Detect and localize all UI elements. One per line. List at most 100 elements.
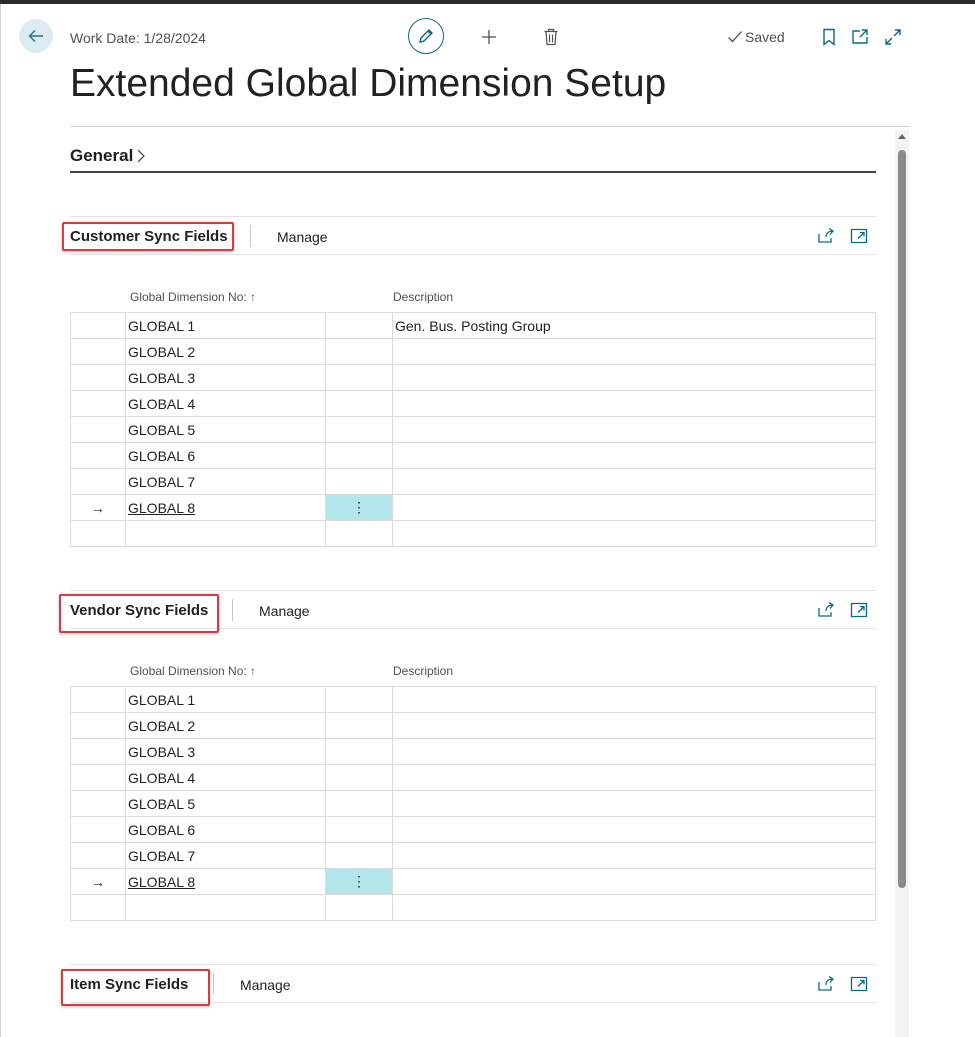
scrollbar-thumb[interactable] [898, 150, 906, 888]
share-button[interactable] [817, 227, 835, 245]
description-cell[interactable] [392, 816, 876, 843]
global-dimension-cell[interactable] [125, 520, 326, 547]
expand-button[interactable] [883, 27, 903, 47]
manage-button[interactable]: Manage [277, 229, 328, 245]
table-row[interactable]: GLOBAL 5 [70, 416, 876, 443]
row-menu-cell [325, 764, 393, 791]
row-menu-cell [325, 686, 393, 713]
column-header-global-dimension[interactable]: Global Dimension No: ↑ [130, 290, 256, 304]
open-page-icon [850, 602, 868, 618]
share-button[interactable] [817, 601, 835, 619]
description-cell[interactable] [392, 842, 876, 869]
row-indicator [70, 894, 126, 921]
global-dimension-cell[interactable]: GLOBAL 3 [125, 738, 326, 765]
description-cell[interactable] [392, 686, 876, 713]
description-cell[interactable] [392, 416, 876, 443]
global-dimension-cell[interactable]: GLOBAL 2 [125, 712, 326, 739]
table-row[interactable]: GLOBAL 1 Gen. Bus. Posting Group [70, 312, 876, 339]
row-menu-cell [325, 894, 393, 921]
table-row[interactable]: GLOBAL 2 [70, 338, 876, 365]
description-cell[interactable] [392, 494, 876, 521]
global-dimension-cell[interactable]: GLOBAL 5 [125, 416, 326, 443]
manage-button[interactable]: Manage [259, 603, 310, 619]
expand-part-button[interactable] [850, 227, 868, 245]
global-dimension-cell[interactable]: GLOBAL 4 [125, 764, 326, 791]
table-row[interactable]: GLOBAL 6 [70, 816, 876, 843]
table-row[interactable]: GLOBAL 5 [70, 790, 876, 817]
description-cell[interactable] [392, 468, 876, 495]
global-dimension-cell[interactable]: GLOBAL 1 [125, 686, 326, 713]
saved-label: Saved [745, 29, 785, 45]
table-row[interactable]: GLOBAL 6 [70, 442, 876, 469]
description-cell[interactable] [392, 894, 876, 921]
general-fasttab[interactable]: General [70, 146, 146, 166]
table-row[interactable]: GLOBAL 7 [70, 468, 876, 495]
back-button[interactable] [19, 19, 53, 53]
table-row[interactable]: GLOBAL 4 [70, 390, 876, 417]
table-row-new[interactable] [70, 520, 876, 547]
global-dimension-cell[interactable]: GLOBAL 8 [125, 494, 326, 521]
manage-button[interactable]: Manage [240, 977, 291, 993]
description-cell[interactable] [392, 712, 876, 739]
description-cell[interactable]: Gen. Bus. Posting Group [392, 312, 876, 339]
row-indicator [70, 312, 126, 339]
table-row[interactable]: GLOBAL 4 [70, 764, 876, 791]
column-header-description[interactable]: Description [393, 664, 453, 678]
column-header-description[interactable]: Description [393, 290, 453, 304]
global-dimension-cell[interactable]: GLOBAL 8 [125, 868, 326, 895]
description-cell[interactable] [392, 868, 876, 895]
table-row[interactable]: GLOBAL 7 [70, 842, 876, 869]
global-dimension-link[interactable]: GLOBAL 8 [128, 874, 195, 890]
row-menu-cell [325, 520, 393, 547]
description-cell[interactable] [392, 764, 876, 791]
description-cell[interactable] [392, 442, 876, 469]
global-dimension-cell[interactable]: GLOBAL 2 [125, 338, 326, 365]
header-separator [250, 225, 251, 247]
table-row-selected[interactable]: → GLOBAL 8 ⋮ [70, 494, 876, 521]
table-row[interactable]: GLOBAL 3 [70, 364, 876, 391]
description-cell[interactable] [392, 364, 876, 391]
global-dimension-cell[interactable]: GLOBAL 5 [125, 790, 326, 817]
global-dimension-cell[interactable]: GLOBAL 1 [125, 312, 326, 339]
expand-part-button[interactable] [850, 601, 868, 619]
global-dimension-cell[interactable]: GLOBAL 6 [125, 442, 326, 469]
global-dimension-cell[interactable]: GLOBAL 4 [125, 390, 326, 417]
scroll-up-arrow-icon[interactable] [898, 134, 906, 139]
share-button[interactable] [817, 975, 835, 993]
global-dimension-link[interactable]: GLOBAL 8 [128, 500, 195, 516]
description-cell[interactable] [392, 738, 876, 765]
global-dimension-cell[interactable]: GLOBAL 7 [125, 842, 326, 869]
row-menu-cell [325, 390, 393, 417]
table-row[interactable]: GLOBAL 3 [70, 738, 876, 765]
row-menu-cell [325, 816, 393, 843]
global-dimension-cell[interactable]: GLOBAL 3 [125, 364, 326, 391]
global-dimension-cell[interactable] [125, 894, 326, 921]
table-row[interactable]: GLOBAL 1 [70, 686, 876, 713]
delete-button[interactable] [541, 27, 561, 47]
expand-part-button[interactable] [850, 975, 868, 993]
column-header-global-dimension[interactable]: Global Dimension No: ↑ [130, 664, 256, 678]
row-actions-menu-icon[interactable]: ⋮ [325, 494, 393, 521]
general-underline [70, 171, 876, 173]
row-indicator [70, 416, 126, 443]
table-row[interactable]: GLOBAL 2 [70, 712, 876, 739]
new-button[interactable] [479, 27, 499, 47]
open-page-icon [850, 976, 868, 992]
row-actions-menu-icon[interactable]: ⋮ [325, 868, 393, 895]
pencil-icon [419, 29, 433, 43]
description-cell[interactable] [392, 520, 876, 547]
table-row-selected[interactable]: → GLOBAL 8 ⋮ [70, 868, 876, 895]
table-row-new[interactable] [70, 894, 876, 921]
general-label: General [70, 146, 134, 165]
open-new-window-button[interactable] [850, 27, 870, 47]
description-cell[interactable] [392, 390, 876, 417]
global-dimension-cell[interactable]: GLOBAL 7 [125, 468, 326, 495]
highlight-box [59, 594, 219, 633]
description-cell[interactable] [392, 790, 876, 817]
edit-button[interactable] [408, 18, 444, 54]
description-cell[interactable] [392, 338, 876, 365]
share-icon [818, 976, 834, 991]
row-menu-cell [325, 468, 393, 495]
global-dimension-cell[interactable]: GLOBAL 6 [125, 816, 326, 843]
bookmark-button[interactable] [819, 27, 839, 47]
